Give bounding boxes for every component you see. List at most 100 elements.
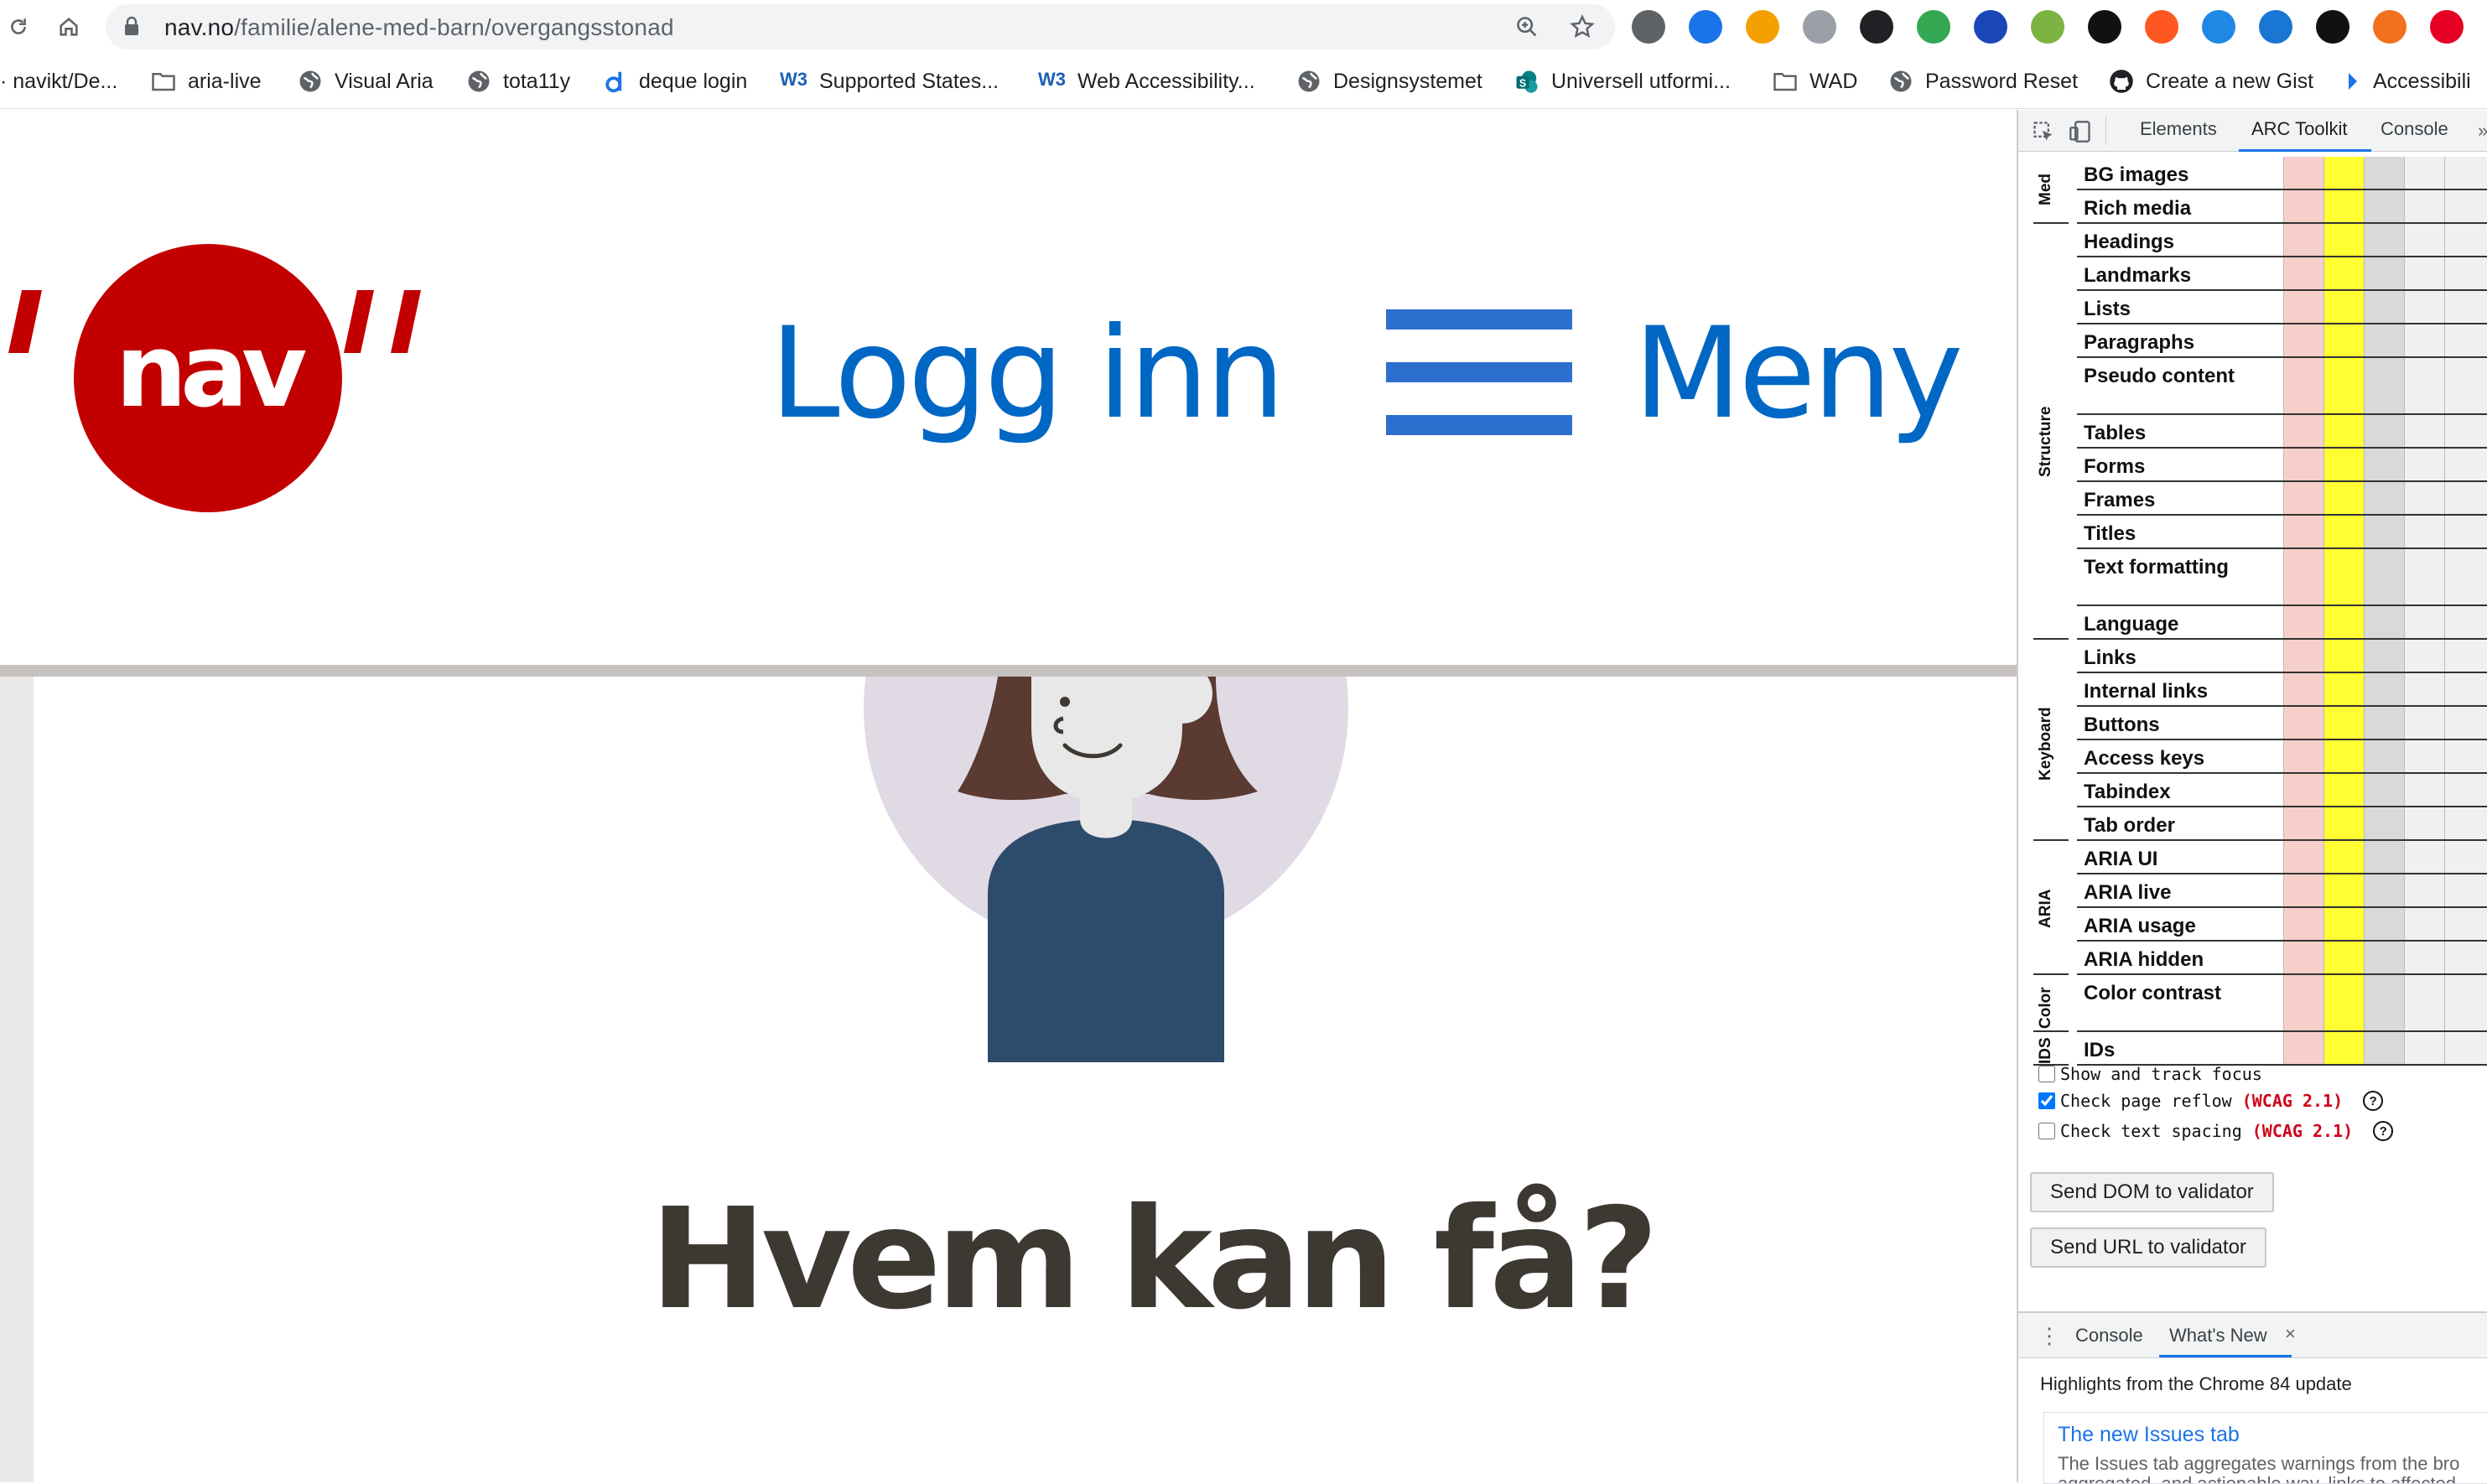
globe-icon <box>1296 69 1321 94</box>
arc-check-label: Lists <box>2084 298 2131 320</box>
card-title[interactable]: The new Issues tab <box>2058 1423 2240 1447</box>
arc-check-links[interactable]: Links <box>2077 640 2487 673</box>
home-icon[interactable] <box>50 8 87 45</box>
extension-icon[interactable] <box>2088 10 2121 44</box>
drawer-tab-whats-new[interactable]: What's New <box>2169 1325 2267 1346</box>
help-icon[interactable]: ? <box>2363 1091 2384 1111</box>
focus-checkbox[interactable] <box>2038 1066 2055 1082</box>
globe-icon <box>1888 69 1913 94</box>
arc-check-headings[interactable]: Headings <box>2077 224 2487 257</box>
bookmark-item[interactable]: aria-live <box>151 65 262 97</box>
more-tabs-icon[interactable]: » <box>2478 120 2487 142</box>
bookmark-item[interactable]: W3 Supported States... <box>780 65 999 97</box>
site-header: nav Logg inn Meny <box>0 110 2017 665</box>
option-show-track-focus[interactable]: Show and track focus <box>2038 1064 2262 1084</box>
extension-icon[interactable] <box>2430 10 2464 44</box>
w3c-icon: W3 <box>1038 69 1066 90</box>
arc-check-rich-media[interactable]: Rich media <box>2077 190 2487 224</box>
arc-check-tables[interactable]: Tables <box>2077 415 2487 449</box>
bookmark-item[interactable]: Accessibili <box>2344 65 2471 97</box>
arc-group-divider <box>2033 1030 2069 1032</box>
bookmark-item[interactable]: tota11y <box>466 65 570 97</box>
wcag-badge: (WCAG 2.1) <box>2251 1121 2354 1141</box>
arc-check-tabindex[interactable]: Tabindex <box>2077 774 2487 807</box>
arc-check-bg-images[interactable]: BG images <box>2077 157 2487 190</box>
bookmark-item[interactable]: · navikt/De... <box>0 65 117 97</box>
extension-icon[interactable] <box>2373 10 2407 44</box>
deque-icon <box>602 69 627 94</box>
send-dom-button[interactable]: Send DOM to validator <box>2030 1172 2274 1212</box>
arc-check-buttons[interactable]: Buttons <box>2077 707 2487 740</box>
extension-icon[interactable] <box>1746 10 1779 44</box>
zoom-icon[interactable] <box>1511 11 1543 43</box>
bookmark-item[interactable]: Visual Aria <box>298 65 434 97</box>
arc-check-lists[interactable]: Lists <box>2077 291 2487 324</box>
device-toolbar-icon[interactable] <box>2069 120 2092 143</box>
arc-check-aria-ui[interactable]: ARIA UI <box>2077 841 2487 874</box>
arc-check-frames[interactable]: Frames <box>2077 482 2487 516</box>
arc-check-label: Buttons <box>2084 713 2160 736</box>
arc-check-titles[interactable]: Titles <box>2077 516 2487 549</box>
extension-icon[interactable] <box>2031 10 2064 44</box>
bookmark-item[interactable]: W3 Web Accessibility... <box>1038 65 1255 97</box>
bookmark-star-icon[interactable] <box>1566 11 1598 43</box>
bookmark-label: Accessibili <box>2373 69 2471 93</box>
bookmark-item[interactable]: deque login <box>602 65 747 97</box>
arc-check-aria-usage[interactable]: ARIA usage <box>2077 908 2487 942</box>
arc-check-aria-live[interactable]: ARIA live <box>2077 874 2487 908</box>
login-link[interactable]: Logg inn <box>770 301 1285 447</box>
extension-icon[interactable] <box>1917 10 1950 44</box>
extension-icon[interactable] <box>2202 10 2235 44</box>
spacing-checkbox[interactable] <box>2038 1123 2055 1139</box>
bookmark-item[interactable]: S Universell utformi... <box>1514 65 1731 97</box>
drawer-tab-console[interactable]: Console <box>2075 1325 2143 1346</box>
tab-arc-toolkit[interactable]: ARC Toolkit <box>2251 118 2348 140</box>
bookmark-item[interactable]: Create a new Gist <box>2109 65 2313 97</box>
extension-icon[interactable] <box>2259 10 2292 44</box>
extension-icon[interactable] <box>1974 10 2007 44</box>
extension-icon[interactable] <box>1803 10 1836 44</box>
reload-icon[interactable] <box>0 8 37 45</box>
reflow-checkbox[interactable] <box>2038 1092 2055 1109</box>
extension-icon[interactable] <box>1860 10 1893 44</box>
arc-check-text-formatting[interactable]: Text formatting <box>2077 549 2487 606</box>
send-url-button[interactable]: Send URL to validator <box>2030 1227 2266 1268</box>
bookmark-item[interactable]: Password Reset <box>1888 65 2078 97</box>
inspect-element-icon[interactable] <box>2032 120 2055 143</box>
tab-console[interactable]: Console <box>2381 118 2448 140</box>
arc-check-forms[interactable]: Forms <box>2077 449 2487 482</box>
close-icon[interactable]: × <box>2285 1323 2296 1345</box>
url-text[interactable]: nav.no/familie/alene-med-barn/overgangss… <box>164 14 674 41</box>
menu-button[interactable]: Meny <box>1633 301 1964 447</box>
drawer-menu-icon[interactable]: ⋮ <box>2038 1323 2060 1349</box>
bookmark-item[interactable]: Designsystemet <box>1296 65 1482 97</box>
arc-check-label: Titles <box>2084 522 2137 545</box>
extension-icon[interactable] <box>1689 10 1722 44</box>
arc-check-tab-order[interactable]: Tab order <box>2077 807 2487 841</box>
bookmark-item[interactable]: WAD <box>1773 65 1857 97</box>
arc-check-ids[interactable]: IDs <box>2077 1032 2487 1066</box>
option-check-text-spacing[interactable]: Check text spacing (WCAG 2.1)? <box>2038 1121 2394 1141</box>
whats-new-card[interactable]: The new Issues tab The Issues tab aggreg… <box>2043 1412 2487 1484</box>
nav-logo[interactable]: nav <box>0 240 444 516</box>
hamburger-menu-icon[interactable] <box>1386 309 1572 435</box>
extension-icon[interactable] <box>1632 10 1665 44</box>
header-divider <box>0 665 2017 677</box>
lock-icon[interactable] <box>124 16 139 36</box>
arc-check-pseudo-content[interactable]: Pseudo content <box>2077 358 2487 415</box>
extension-icon[interactable] <box>2145 10 2178 44</box>
arc-check-landmarks[interactable]: Landmarks <box>2077 257 2487 291</box>
arc-check-language[interactable]: Language <box>2077 606 2487 640</box>
arc-check-color-contrast[interactable]: Color contrast <box>2077 975 2487 1032</box>
arc-check-paragraphs[interactable]: Paragraphs <box>2077 324 2487 358</box>
option-label: Check page reflow <box>2060 1091 2232 1111</box>
arc-check-aria-hidden[interactable]: ARIA hidden <box>2077 942 2487 975</box>
arc-check-internal-links[interactable]: Internal links <box>2077 673 2487 707</box>
address-bar[interactable]: nav.no/familie/alene-med-barn/overgangss… <box>106 4 1615 49</box>
tab-elements[interactable]: Elements <box>2140 118 2217 140</box>
arc-check-label: Text formatting <box>2084 556 2229 579</box>
extension-icon[interactable] <box>2316 10 2349 44</box>
help-icon[interactable]: ? <box>2373 1121 2394 1141</box>
arc-check-access-keys[interactable]: Access keys <box>2077 740 2487 774</box>
option-check-page-reflow[interactable]: Check page reflow (WCAG 2.1)? <box>2038 1091 2384 1111</box>
